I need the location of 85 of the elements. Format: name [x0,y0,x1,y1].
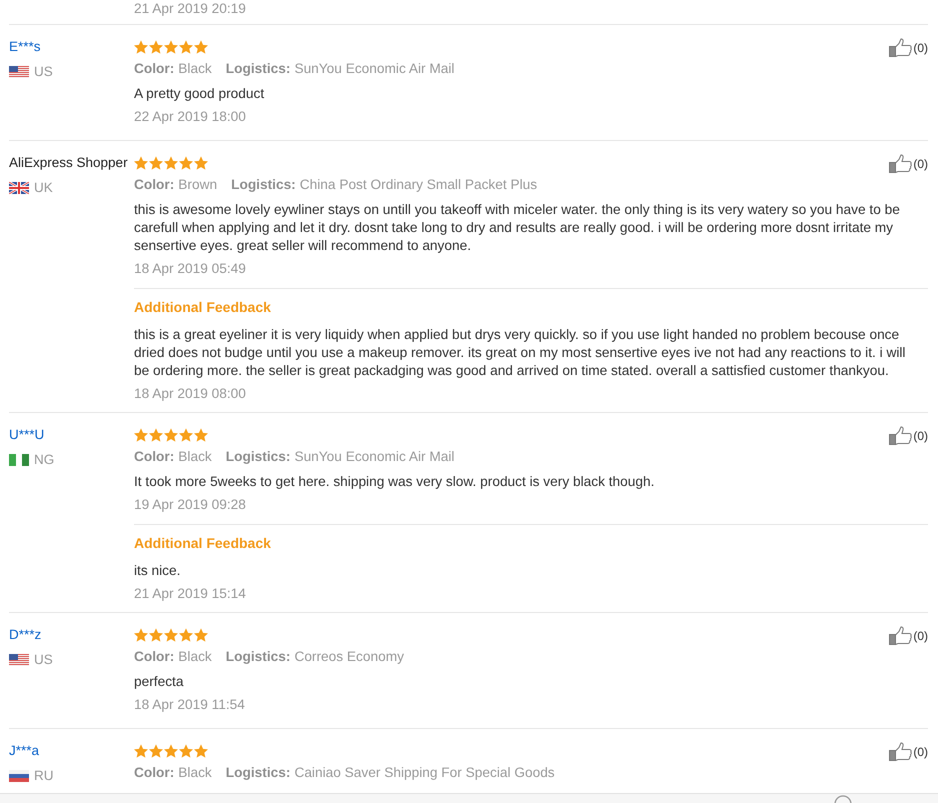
star-icon [179,428,193,442]
star-icon [134,744,148,758]
attribute-value: Black [178,448,212,466]
thumbs-up-icon [889,154,912,173]
thumbs-up-icon [889,626,912,645]
star-icon [149,628,163,642]
star-icon [149,744,163,758]
reviewer-name: AliExpress Shopper [9,154,128,172]
review-date: 22 Apr 2019 18:00 [134,108,246,126]
star-icon [134,428,148,442]
country-code: NG [34,452,54,468]
star-icon [149,428,163,442]
attribute-label: Color: [134,648,174,666]
star-icon [179,628,193,642]
review-date: 18 Apr 2019 05:49 [134,260,246,278]
like-button[interactable]: (0) [889,38,928,57]
like-count: (0) [913,40,928,56]
like-button[interactable]: (0) [889,626,928,645]
review-text: It took more 5weeks to get here. shipping was very slow. product is very black though. [134,473,656,491]
attribute-value: Brown [178,176,218,194]
attribute-value: Cainiao Saver Shipping For Special Goods [294,764,555,782]
star-icon [164,744,178,758]
thumbs-up-icon [889,38,912,57]
attribute-value: Black [178,648,212,666]
review-text: this is awesome lovely eywliner stays on untill you takeoff with miceler water. the only thing is its very watery so you have to be carefull when applying and let it dry. dosnt take long to dry and results are really good. i will be ordering more dosnt irritate my sensertive eyes. great seller will recommend to anyone. [134,201,901,255]
thumbs-up-icon [889,426,912,445]
reviewer-name[interactable]: J***a [9,742,40,760]
star-icon [194,156,208,170]
star-icon [134,40,148,54]
attribute-label: Logistics: [226,60,290,78]
additional-feedback-heading: Additional Feedback [134,534,271,552]
attribute-label: Logistics: [226,764,290,782]
star-icon [194,628,208,642]
like-count: (0) [913,156,928,172]
star-icon [134,156,148,170]
additional-feedback-text: this is a great eyeliner it is very liquidy when applied but drys very quickly. so if you use light handed no problem becouse once dried does not budge until you use a makeup remover. its great on my most sensertive eyes ive not had any reactions to it. i will be ordering more. the seller is great packadging was good and arrived on time stated. overall a sattisfied customer thankyou. [134,326,906,380]
country-code: UK [34,180,53,196]
like-button[interactable]: (0) [889,426,928,445]
reviewer-name[interactable]: U***U [9,426,44,444]
additional-feedback-date: 21 Apr 2019 15:14 [134,585,246,603]
like-button[interactable]: (0) [889,154,928,173]
additional-feedback-heading: Additional Feedback [134,298,271,316]
additional-feedback-date: 18 Apr 2019 08:00 [134,385,246,403]
review-text: A pretty good product [134,85,266,103]
review-date: 21 Apr 2019 20:19 [134,0,246,18]
attribute-value: China Post Ordinary Small Packet Plus [300,176,538,194]
star-icon [179,156,193,170]
like-button[interactable]: (0) [889,742,928,761]
star-icon [149,156,163,170]
attribute-value: SunYou Economic Air Mail [294,60,454,78]
like-count: (0) [913,428,928,444]
attribute-label: Color: [134,764,174,782]
reviewer-name[interactable]: E***s [9,38,41,56]
attribute-value: Black [178,764,212,782]
country-code: RU [34,768,54,784]
country-code: US [34,652,53,668]
reviewer-name[interactable]: D***z [9,626,42,644]
attribute-label: Color: [134,60,174,78]
star-icon [164,40,178,54]
star-icon [194,744,208,758]
star-icon [179,744,193,758]
star-icon [164,156,178,170]
attribute-value: Correos Economy [294,648,404,666]
attribute-label: Logistics: [226,448,290,466]
star-icon [149,40,163,54]
attribute-label: Color: [134,176,174,194]
star-icon [164,628,178,642]
star-icon [194,40,208,54]
attribute-value: Black [178,60,212,78]
attribute-value: SunYou Economic Air Mail [294,448,454,466]
star-icon [194,428,208,442]
star-icon [179,40,193,54]
like-count: (0) [913,628,928,644]
review-text: perfecta [134,673,184,691]
attribute-label: Color: [134,448,174,466]
additional-feedback-text: its nice. [134,562,182,580]
like-count: (0) [913,744,928,760]
country-code: US [34,64,53,80]
thumbs-up-icon [889,742,912,761]
attribute-label: Logistics: [226,648,290,666]
star-icon [164,428,178,442]
review-date: 19 Apr 2019 09:28 [134,496,246,514]
review-date: 18 Apr 2019 11:54 [134,696,245,714]
attribute-label: Logistics: [231,176,296,194]
star-icon [134,628,148,642]
